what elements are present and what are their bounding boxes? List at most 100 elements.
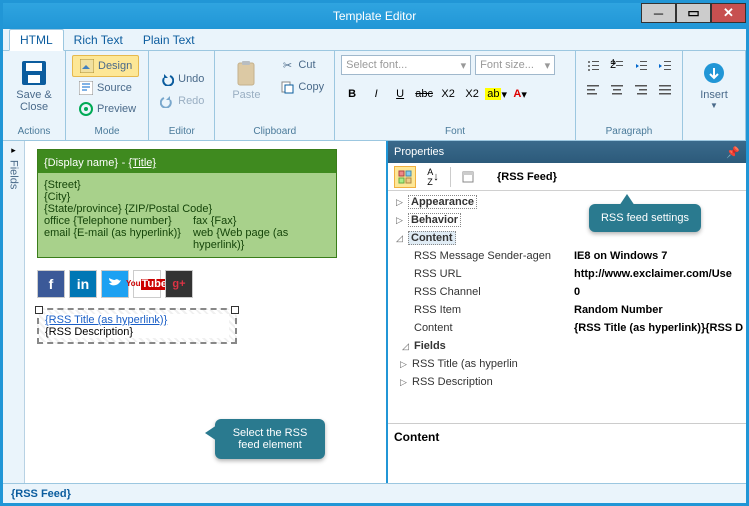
save-close-button[interactable]: Save & Close xyxy=(9,55,59,115)
rss-feed-element[interactable]: {RSS Title (as hyperlink)} {RSS Descript… xyxy=(37,308,237,344)
subscript-button[interactable]: X2 xyxy=(437,83,459,105)
highlight-button[interactable]: ab▾ xyxy=(485,83,507,105)
twitter-icon[interactable] xyxy=(101,270,129,298)
save-icon xyxy=(18,57,50,89)
prop-rss-sender[interactable]: RSS Message Sender-agenIE8 on Windows 7 xyxy=(388,247,746,265)
redo-button[interactable]: Redo xyxy=(155,91,208,111)
maximize-button[interactable]: ▭ xyxy=(676,3,711,23)
fields-sidebar[interactable]: ▸ Fields xyxy=(3,141,25,483)
property-pages-button[interactable] xyxy=(457,166,479,188)
callout-rss-settings: RSS feed settings xyxy=(589,204,701,232)
displayname-field: {Display name} xyxy=(44,157,118,169)
titlebar: Template Editor ─ ▭ ✕ xyxy=(3,3,746,29)
design-button[interactable]: Design xyxy=(72,55,139,77)
callout-select-rss: Select the RSS feed element xyxy=(215,419,325,459)
group-mode: Design Source Preview Mode xyxy=(66,51,149,140)
fax-field: {Fax} xyxy=(211,215,237,227)
window-title: Template Editor xyxy=(3,9,746,23)
cut-button[interactable]: ✂ Cut xyxy=(275,55,328,75)
property-description: Content xyxy=(388,423,746,483)
group-clipboard-label: Clipboard xyxy=(253,126,296,138)
insert-icon xyxy=(698,57,730,89)
prop-field-rss-desc[interactable]: ▷RSS Description xyxy=(388,373,746,391)
group-editor: Undo Redo Editor xyxy=(149,51,215,140)
font-size-select[interactable]: Font size...▾ xyxy=(475,55,555,75)
chevron-down-icon: ▾ xyxy=(461,59,467,72)
prop-field-rss-title[interactable]: ▷RSS Title (as hyperlin xyxy=(388,355,746,373)
alphabetical-button[interactable]: AZ↓ xyxy=(422,166,444,188)
category-fields[interactable]: ◿Fields xyxy=(388,337,746,355)
undo-button[interactable]: Undo xyxy=(155,69,208,89)
bold-button[interactable]: B xyxy=(341,83,363,105)
paste-button[interactable]: Paste xyxy=(221,55,271,103)
source-icon xyxy=(78,80,94,96)
copy-button[interactable]: Copy xyxy=(275,77,328,97)
chevron-down-icon: ▾ xyxy=(545,59,551,72)
tab-plaintext[interactable]: Plain Text xyxy=(133,30,205,50)
youtube-icon[interactable]: YouTube xyxy=(133,270,161,298)
underline-button[interactable]: U xyxy=(389,83,411,105)
app-window: Template Editor ─ ▭ ✕ HTML Rich Text Pla… xyxy=(0,0,749,506)
properties-toolbar: AZ↓ {RSS Feed} xyxy=(388,163,746,191)
prop-rss-url[interactable]: RSS URLhttp://www.exclaimer.com/Use xyxy=(388,265,746,283)
chevron-down-icon: ▼ xyxy=(710,101,718,110)
prop-rss-channel[interactable]: RSS Channel0 xyxy=(388,283,746,301)
bullets-button[interactable] xyxy=(582,55,604,77)
fields-tab-label: Fields xyxy=(8,160,20,189)
close-button[interactable]: ✕ xyxy=(711,3,746,23)
facebook-icon[interactable]: f xyxy=(37,270,65,298)
signature-block[interactable]: {Display name} - {Title} {Street} {City}… xyxy=(37,149,337,258)
state-zip-field: {State/province} {ZIP/Postal Code} xyxy=(44,203,330,215)
align-left-button[interactable] xyxy=(582,79,604,101)
expand-icon: ▸ xyxy=(11,145,16,156)
ribbon-tabs: HTML Rich Text Plain Text xyxy=(3,29,746,51)
email-field: {E-mail (as hyperlink)} xyxy=(73,227,181,239)
linkedin-icon[interactable]: in xyxy=(69,270,97,298)
insert-button[interactable]: Insert ▼ xyxy=(689,55,739,112)
prop-content[interactable]: Content{RSS Title (as hyperlink)}{RSS D xyxy=(388,319,746,337)
workspace: ▸ Fields {Display name} - {Title} {Stree… xyxy=(3,141,746,483)
align-justify-button[interactable] xyxy=(654,79,676,101)
undo-icon xyxy=(159,71,175,87)
font-family-select[interactable]: Select font...▾ xyxy=(341,55,471,75)
pin-icon[interactable]: 📌 xyxy=(726,146,740,159)
ribbon: Save & Close Actions Design Source Previ… xyxy=(3,51,746,141)
prop-rss-item[interactable]: RSS ItemRandom Number xyxy=(388,301,746,319)
fontcolor-button[interactable]: A▾ xyxy=(509,83,531,105)
group-insert: Insert ▼ xyxy=(683,51,746,140)
group-font-label: Font xyxy=(445,126,465,138)
properties-panel: Properties 📌 AZ↓ {RSS Feed} ▷Appearance … xyxy=(386,141,746,483)
status-rss-feed: {RSS Feed} xyxy=(11,488,71,500)
outdent-button[interactable] xyxy=(630,55,652,77)
copy-icon xyxy=(279,79,295,95)
strike-button[interactable]: abc xyxy=(413,83,435,105)
align-right-button[interactable] xyxy=(630,79,652,101)
title-field: {Title} xyxy=(128,157,156,169)
social-icons: f in YouTube g+ xyxy=(37,270,374,298)
source-button[interactable]: Source xyxy=(72,78,138,98)
description-header: Content xyxy=(394,430,740,444)
preview-icon xyxy=(78,101,94,117)
design-icon xyxy=(79,58,95,74)
city-field: {City} xyxy=(44,191,330,203)
superscript-button[interactable]: X2 xyxy=(461,83,483,105)
tab-richtext[interactable]: Rich Text xyxy=(64,30,133,50)
numbering-button[interactable]: 12 xyxy=(606,55,628,77)
tab-html[interactable]: HTML xyxy=(9,29,64,51)
redo-icon xyxy=(159,93,175,109)
googleplus-icon[interactable]: g+ xyxy=(165,270,193,298)
categorized-button[interactable] xyxy=(394,166,416,188)
rss-title-field: {RSS Title (as hyperlink)} xyxy=(45,314,167,326)
align-center-button[interactable] xyxy=(606,79,628,101)
preview-button[interactable]: Preview xyxy=(72,99,142,119)
italic-button[interactable]: I xyxy=(365,83,387,105)
minimize-button[interactable]: ─ xyxy=(641,3,676,23)
rss-description-field: {RSS Description} xyxy=(45,326,229,338)
group-paragraph: 12 Paragraph xyxy=(576,51,683,140)
street-field: {Street} xyxy=(44,179,330,191)
editor-canvas[interactable]: {Display name} - {Title} {Street} {City}… xyxy=(25,141,386,483)
status-bar: {RSS Feed} xyxy=(3,483,746,503)
indent-button[interactable] xyxy=(654,55,676,77)
svg-text:2: 2 xyxy=(610,59,616,71)
group-actions: Save & Close Actions xyxy=(3,51,66,140)
